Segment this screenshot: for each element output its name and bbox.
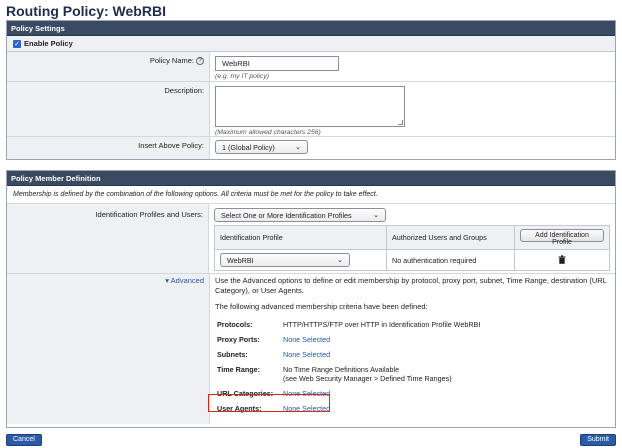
enable-policy-row[interactable]: ✓ Enable Policy — [7, 36, 615, 52]
add-profile-cell: Add Identification Profile — [514, 225, 610, 250]
criteria-key: Protocols: — [217, 320, 253, 329]
insert-above-label: Insert Above Policy: — [7, 137, 210, 159]
policy-settings-header: Policy Settings — [7, 21, 615, 36]
policy-name-label-cell: Policy Name:? — [7, 52, 210, 81]
insert-above-selected: 1 (Global Policy) — [222, 142, 275, 152]
description-hint: (Maximum allowed characters 256) — [215, 129, 321, 136]
policy-name-row: Policy Name:? WebRBI (e.g. my IT policy) — [7, 52, 615, 82]
advanced-description: Use the Advanced options to define or ed… — [215, 276, 607, 295]
page-title: Routing Policy: WebRBI — [6, 3, 166, 19]
chevron-down-icon: ⌄ — [295, 144, 301, 151]
criteria-row-subnets: Subnets: None Selected — [215, 347, 482, 362]
description-textarea[interactable] — [215, 86, 405, 127]
help-icon[interactable]: ? — [196, 57, 204, 66]
trash-icon[interactable] — [558, 254, 566, 264]
add-identification-profile-button[interactable]: Add Identification Profile — [520, 229, 604, 246]
insert-above-value-cell: 1 (Global Policy) ⌄ — [210, 137, 615, 159]
criteria-key: Subnets: — [217, 350, 248, 359]
time-range-note: (see Web Security Manager > Defined Time… — [283, 374, 452, 383]
id-profiles-select[interactable]: Select One or More Identification Profil… — [214, 208, 386, 222]
chevron-down-icon: ⌄ — [373, 212, 379, 219]
description-row: Description: (Maximum allowed characters… — [7, 82, 615, 137]
criteria-key: Time Range: — [217, 365, 261, 374]
table-row: WebRBI ⌄ No authentication required — [214, 249, 610, 271]
member-definition-section: Policy Member Definition Membership is d… — [6, 170, 616, 428]
insert-above-select[interactable]: 1 (Global Policy) ⌄ — [215, 140, 308, 154]
id-profiles-selected: Select One or More Identification Profil… — [221, 210, 352, 220]
id-profiles-value-cell: Select One or More Identification Profil… — [209, 204, 615, 273]
id-profiles-row: Identification Profiles and Users: Selec… — [7, 204, 615, 274]
col-authorized-users: Authorized Users and Groups — [386, 225, 515, 250]
advanced-label-cell: ▾ Advanced — [7, 274, 210, 424]
subnets-link[interactable]: None Selected — [281, 347, 482, 362]
policy-name-value-cell: WebRBI (e.g. my IT policy) — [210, 52, 615, 81]
users-cell: No authentication required — [386, 249, 515, 271]
membership-description: Membership is defined by the combination… — [7, 186, 615, 204]
proxy-ports-link[interactable]: None Selected — [281, 332, 482, 347]
description-label: Description: — [7, 82, 210, 136]
profile-selected: WebRBI — [227, 255, 254, 265]
resize-grip-icon[interactable] — [398, 120, 403, 125]
chevron-down-icon: ⌄ — [337, 257, 343, 264]
profile-select[interactable]: WebRBI ⌄ — [220, 253, 350, 267]
policy-name-hint: (e.g. my IT policy) — [215, 73, 270, 80]
enable-policy-checkbox[interactable]: ✓ — [13, 39, 21, 48]
criteria-value: No Time Range Definitions Available (see… — [281, 362, 482, 386]
advanced-toggle[interactable]: ▾ Advanced — [165, 276, 204, 285]
criteria-row-protocols: Protocols: HTTP/HTTPS/FTP over HTTP in I… — [215, 317, 482, 332]
advanced-label: Advanced — [170, 276, 204, 285]
cancel-button[interactable]: Cancel — [6, 434, 42, 446]
advanced-intro: The following advanced membership criter… — [215, 302, 428, 311]
submit-button[interactable]: Submit — [580, 434, 616, 446]
criteria-value: HTTP/HTTPS/FTP over HTTP in Identificati… — [283, 320, 481, 329]
url-categories-highlight — [208, 394, 330, 412]
description-value-cell: (Maximum allowed characters 256) — [210, 82, 615, 136]
criteria-row-time-range: Time Range: No Time Range Definitions Av… — [215, 362, 482, 386]
enable-policy-label: Enable Policy — [24, 39, 73, 48]
time-range-value: No Time Range Definitions Available — [283, 365, 400, 374]
criteria-key: Proxy Ports: — [217, 335, 260, 344]
policy-name-label: Policy Name: — [149, 56, 194, 65]
col-identification-profile: Identification Profile — [214, 225, 387, 250]
criteria-row-proxy-ports: Proxy Ports: None Selected — [215, 332, 482, 347]
profile-select-cell: WebRBI ⌄ — [214, 249, 387, 271]
member-definition-header: Policy Member Definition — [7, 171, 615, 186]
insert-above-row: Insert Above Policy: 1 (Global Policy) ⌄ — [7, 137, 615, 159]
delete-cell — [514, 249, 610, 271]
id-profiles-label: Identification Profiles and Users: — [7, 204, 209, 273]
id-profile-table: Identification Profile Authorized Users … — [214, 225, 610, 271]
table-header-row: Identification Profile Authorized Users … — [214, 225, 610, 250]
policy-settings-section: Policy Settings ✓ Enable Policy Policy N… — [6, 20, 616, 160]
policy-name-input[interactable]: WebRBI — [215, 56, 339, 71]
